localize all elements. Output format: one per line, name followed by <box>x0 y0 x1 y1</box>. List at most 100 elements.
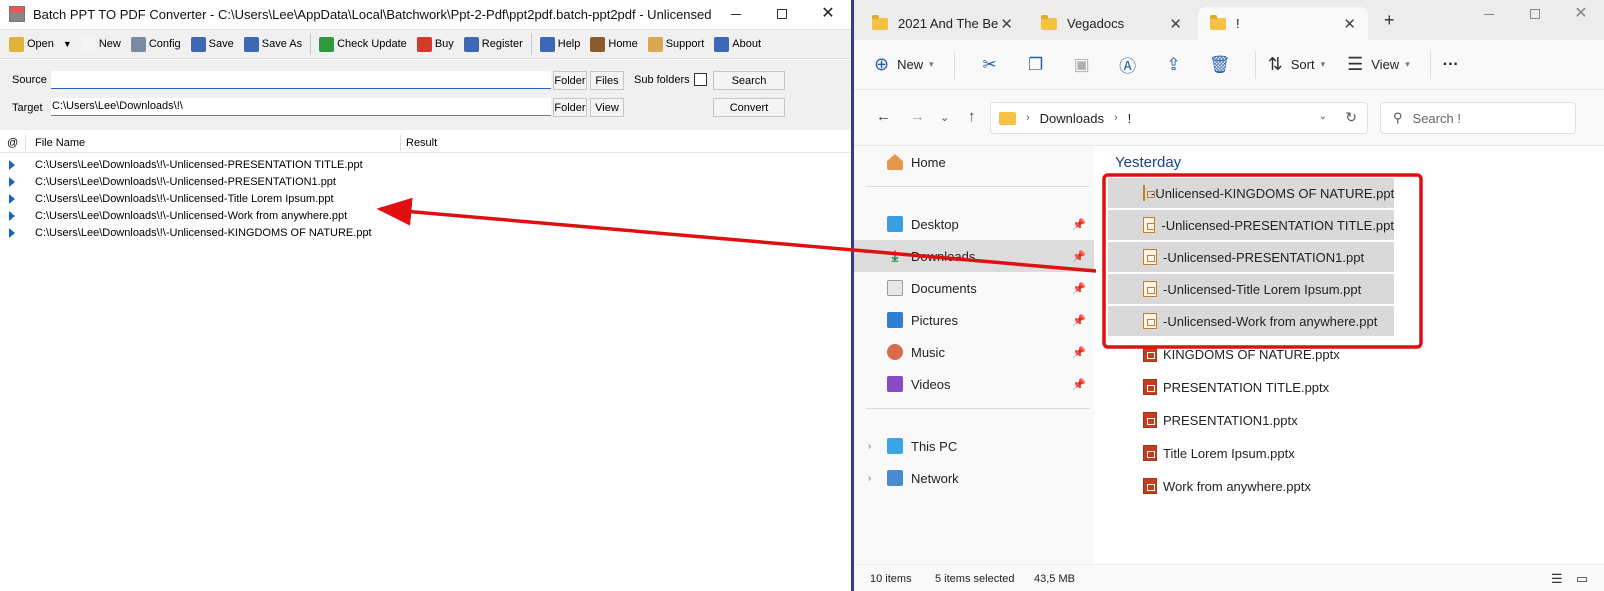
status-column-header[interactable]: @ <box>7 137 18 149</box>
list-item[interactable]: Work from anywhere.pptx <box>1108 471 1394 501</box>
source-input[interactable] <box>51 71 551 89</box>
address-dropdown-icon[interactable]: ⌄ <box>1319 111 1327 122</box>
config-button[interactable]: Config <box>126 32 186 56</box>
paste-button[interactable]: ▣ <box>1059 55 1105 75</box>
nav-item-videos[interactable]: Videos 📌 <box>854 368 1094 400</box>
support-button[interactable]: Support <box>643 32 710 56</box>
sort-button[interactable]: ⇅ Sort ▾ <box>1268 54 1325 75</box>
home-button[interactable]: Home <box>585 32 642 56</box>
search-box[interactable]: ⚲ Search ! <box>1380 102 1576 134</box>
nav-item-documents[interactable]: Documents 📌 <box>854 272 1094 304</box>
close-tab-icon[interactable]: ✕ <box>1343 15 1356 33</box>
source-target-form: Source Folder Files Sub folders Search T… <box>0 60 851 130</box>
list-item[interactable]: -Unlicensed-KINGDOMS OF NATURE.ppt <box>1108 178 1394 208</box>
close-button[interactable]: ✕ <box>805 0 851 28</box>
convert-button[interactable]: Convert <box>713 98 785 117</box>
close-tab-icon[interactable]: ✕ <box>1000 15 1013 33</box>
help-button[interactable]: Help <box>535 32 586 56</box>
nav-item-this-pc[interactable]: › This PC <box>854 430 1094 462</box>
check-update-button[interactable]: Check Update <box>314 32 412 56</box>
window-controls: ✕ <box>713 0 851 28</box>
maximize-icon <box>777 9 787 19</box>
search-button[interactable]: Search <box>713 71 785 90</box>
file-name: KINGDOMS OF NATURE.pptx <box>1163 346 1340 362</box>
list-item[interactable]: -Unlicensed-PRESENTATION1.ppt <box>1108 242 1394 272</box>
table-row[interactable]: C:\Users\Lee\Downloads\!\-Unlicensed-Tit… <box>0 191 851 208</box>
rename-button[interactable]: Ⓐ <box>1105 52 1151 77</box>
expand-chevron-icon[interactable]: › <box>868 441 871 452</box>
list-item[interactable]: -Unlicensed-Title Lorem Ipsum.ppt <box>1108 274 1394 304</box>
save-button[interactable]: Save <box>186 32 239 56</box>
view-menu-button[interactable]: ☰ View ▾ <box>1347 54 1410 75</box>
target-input[interactable]: C:\Users\Lee\Downloads\!\ <box>51 98 551 116</box>
pin-icon[interactable]: 📌 <box>1072 378 1086 391</box>
list-item[interactable]: -Unlicensed-PRESENTATION TITLE.ppt <box>1108 210 1394 240</box>
pin-icon[interactable]: 📌 <box>1072 218 1086 231</box>
copy-button[interactable]: ❐ <box>1013 55 1059 75</box>
open-button[interactable]: Open <box>4 32 59 56</box>
tiles-view-icon[interactable]: ▭ <box>1576 571 1588 587</box>
close-tab-icon[interactable]: ✕ <box>1169 15 1182 33</box>
nav-item-music[interactable]: Music 📌 <box>854 336 1094 368</box>
tab-vegadocs[interactable]: Vegadocs ✕ <box>1029 7 1194 40</box>
expand-chevron-icon[interactable]: › <box>868 473 871 484</box>
result-column-header[interactable]: Result <box>406 137 437 149</box>
new-button[interactable]: New <box>76 32 126 56</box>
cut-button[interactable]: ✂ <box>967 55 1013 75</box>
nav-item-desktop[interactable]: Desktop 📌 <box>854 208 1094 240</box>
table-row[interactable]: C:\Users\Lee\Downloads\!\-Unlicensed-KIN… <box>0 225 851 242</box>
buy-button[interactable]: Buy <box>412 32 459 56</box>
open-dropdown-button[interactable]: ▼ <box>59 32 76 56</box>
nav-item-home[interactable]: Home <box>854 146 1094 178</box>
about-button[interactable]: About <box>709 32 766 56</box>
pin-icon[interactable]: 📌 <box>1072 282 1086 295</box>
more-options-button[interactable]: ··· <box>1443 56 1459 74</box>
nav-item-network[interactable]: › Network <box>854 462 1094 494</box>
register-button[interactable]: Register <box>459 32 528 56</box>
maximize-button[interactable] <box>759 0 805 28</box>
subfolders-checkbox[interactable] <box>694 73 707 86</box>
address-bar[interactable]: › Downloads › ! ⌄ ↻ <box>990 102 1368 134</box>
share-button[interactable]: ⇪ <box>1151 55 1197 75</box>
recent-locations-chevron-icon[interactable]: ⌄ <box>940 111 949 124</box>
table-row[interactable]: C:\Users\Lee\Downloads\!\-Unlicensed-PRE… <box>0 174 851 191</box>
explorer-maximize-button[interactable] <box>1512 0 1558 28</box>
list-item[interactable]: PRESENTATION1.pptx <box>1108 405 1394 435</box>
new-item-button[interactable]: ⊕ New ▾ <box>874 54 934 75</box>
forward-arrow-icon[interactable]: → <box>910 108 925 125</box>
list-item[interactable]: KINGDOMS OF NATURE.pptx <box>1108 339 1394 369</box>
delete-button[interactable]: 🗑 <box>1197 55 1243 75</box>
nav-label: Music <box>911 344 945 360</box>
breadcrumb-downloads[interactable]: Downloads <box>1040 111 1104 126</box>
back-arrow-icon[interactable]: ← <box>876 108 891 125</box>
view-button[interactable]: View <box>590 98 624 117</box>
pin-icon[interactable]: 📌 <box>1072 346 1086 359</box>
pin-icon[interactable]: 📌 <box>1072 250 1086 263</box>
nav-item-pictures[interactable]: Pictures 📌 <box>854 304 1094 336</box>
about-label: About <box>732 38 761 50</box>
list-item[interactable]: -Unlicensed-Work from anywhere.ppt <box>1108 306 1394 336</box>
refresh-icon[interactable]: ↻ <box>1345 109 1357 126</box>
tools-icon <box>130 36 146 52</box>
file-name-column-header[interactable]: File Name <box>35 137 85 149</box>
explorer-minimize-button[interactable] <box>1466 0 1512 28</box>
target-folder-button[interactable]: Folder <box>553 98 587 117</box>
tab-2021[interactable]: 2021 And The Be ✕ <box>860 7 1025 40</box>
up-arrow-icon[interactable]: ↑ <box>968 108 976 125</box>
save-as-button[interactable]: Save As <box>239 32 307 56</box>
table-row[interactable]: C:\Users\Lee\Downloads\!\-Unlicensed-Wor… <box>0 208 851 225</box>
nav-item-downloads[interactable]: ⤓ Downloads 📌 <box>854 240 1094 272</box>
details-view-icon[interactable]: ☰ <box>1551 571 1563 587</box>
minimize-button[interactable] <box>713 0 759 28</box>
list-item[interactable]: PRESENTATION TITLE.pptx <box>1108 372 1394 402</box>
tab-current[interactable]: ! ✕ <box>1198 7 1368 40</box>
breadcrumb-current[interactable]: ! <box>1128 111 1132 126</box>
source-folder-button[interactable]: Folder <box>553 71 587 90</box>
group-header[interactable]: Yesterday <box>1115 154 1181 171</box>
list-item[interactable]: Title Lorem Ipsum.pptx <box>1108 438 1394 468</box>
table-row[interactable]: C:\Users\Lee\Downloads\!\-Unlicensed-PRE… <box>0 157 851 174</box>
new-tab-icon[interactable]: + <box>1384 10 1395 31</box>
pin-icon[interactable]: 📌 <box>1072 314 1086 327</box>
explorer-close-button[interactable]: ✕ <box>1558 0 1604 28</box>
source-files-button[interactable]: Files <box>590 71 624 90</box>
